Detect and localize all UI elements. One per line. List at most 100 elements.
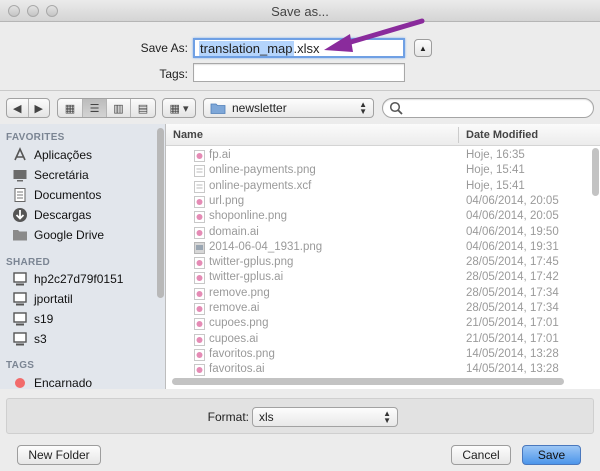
file-name: domain.ai <box>209 225 259 238</box>
coverflow-view-button[interactable]: ▤ <box>131 99 155 117</box>
file-icon <box>194 257 205 270</box>
popup-arrows-icon: ▲ ▼ <box>383 409 391 425</box>
coverflow-icon: ▤ <box>137 102 149 115</box>
file-icon <box>194 180 205 193</box>
file-icon <box>194 165 205 178</box>
file-date-modified: 04/06/2014, 19:50 <box>466 225 559 238</box>
sidebar-item-label: Descargas <box>34 208 92 222</box>
computer-icon <box>12 271 28 287</box>
sidebar-scrollbar[interactable] <box>157 128 164 298</box>
sidebar-item-s3[interactable]: s3 <box>12 330 47 348</box>
sidebar-item-encarnado[interactable]: Encarnado <box>12 374 92 389</box>
file-name: remove.ai <box>209 302 260 314</box>
file-icon <box>194 241 205 254</box>
red-tag-icon <box>12 375 28 389</box>
arrange-menu[interactable]: ▦ ▾ <box>162 98 196 118</box>
file-row[interactable]: online-payments.xcf Hoje, 15:41 <box>166 180 588 195</box>
cancel-button[interactable]: Cancel <box>451 445 511 465</box>
file-row[interactable]: cupoes.ai 21/05/2014, 17:01 <box>166 333 588 348</box>
sidebar-item-label: Google Drive <box>34 228 105 242</box>
file-name: fp.ai <box>209 149 231 161</box>
divider <box>458 127 459 143</box>
file-name: url.png <box>209 194 245 207</box>
column-header-name[interactable]: Name <box>173 129 203 141</box>
file-row[interactable]: fp.ai Hoje, 16:35 <box>166 149 588 164</box>
location-popup[interactable]: newsletter ▲ ▼ <box>203 98 374 118</box>
file-date-modified: 21/05/2014, 17:01 <box>466 317 559 330</box>
sidebar-item-jportatil[interactable]: jportatil <box>12 290 73 308</box>
tags-heading: TAGS <box>6 360 35 371</box>
sidebar-item-documentos[interactable]: Documentos <box>12 186 101 204</box>
file-date-modified: Hoje, 16:35 <box>466 149 525 161</box>
tags-label: Tags: <box>159 67 188 81</box>
icon-view-button[interactable]: ▦ <box>58 99 83 117</box>
file-row[interactable]: 2014-06-04_1931.png 04/06/2014, 19:31 <box>166 241 588 256</box>
file-icon <box>194 150 205 162</box>
file-date-modified: 28/05/2014, 17:45 <box>466 256 559 269</box>
file-icon <box>194 195 205 208</box>
file-icon <box>194 195 205 208</box>
file-row[interactable]: twitter-gplus.ai 28/05/2014, 17:42 <box>166 271 588 286</box>
sidebar-item-s19[interactable]: s19 <box>12 310 53 328</box>
file-date-modified: 14/05/2014, 13:28 <box>466 363 559 376</box>
file-icon <box>194 226 205 239</box>
file-row[interactable]: favoritos.ai 14/05/2014, 13:28 <box>166 363 588 378</box>
save-as-label: Save As: <box>140 41 188 55</box>
file-list-vertical-scrollbar[interactable] <box>592 148 599 196</box>
list-view-button[interactable]: ☰ <box>83 99 107 117</box>
file-icon <box>194 333 205 346</box>
format-bar: Format: xls ▲ ▼ <box>6 398 594 434</box>
file-icon <box>194 318 205 331</box>
file-icon <box>194 272 205 285</box>
file-name: cupoes.png <box>209 317 269 330</box>
popup-arrows-icon: ▲ ▼ <box>359 100 367 116</box>
file-list-header: Name Date Modified <box>166 124 600 146</box>
file-row[interactable]: shoponline.png 04/06/2014, 20:05 <box>166 210 588 225</box>
new-folder-button[interactable]: New Folder <box>17 445 101 465</box>
view-mode-control: ▦ ☰ ▥ ▤ <box>57 98 156 118</box>
file-list-horizontal-scrollbar[interactable] <box>172 378 564 385</box>
documents-icon <box>12 187 28 203</box>
file-icon <box>194 333 205 346</box>
file-row[interactable]: cupoes.png 21/05/2014, 17:01 <box>166 317 588 332</box>
sidebar-item-hp2c27d79f0151[interactable]: hp2c27d79f0151 <box>12 270 123 288</box>
file-name: favoritos.png <box>209 347 275 360</box>
sidebar-item-aplicacoes[interactable]: Aplicações <box>12 146 92 164</box>
file-icon <box>194 364 205 377</box>
file-name: 2014-06-04_1931.png <box>209 240 323 253</box>
file-icon <box>194 211 205 224</box>
file-icon <box>194 257 205 270</box>
file-icon <box>194 287 205 300</box>
file-icon <box>194 318 205 331</box>
file-row[interactable]: url.png 04/06/2014, 20:05 <box>166 195 588 210</box>
file-row[interactable]: domain.ai 04/06/2014, 19:50 <box>166 226 588 241</box>
column-header-date-modified[interactable]: Date Modified <box>466 129 538 141</box>
file-row[interactable]: twitter-gplus.png 28/05/2014, 17:45 <box>166 256 588 271</box>
sidebar-item-secretaria[interactable]: Secretária <box>12 166 89 184</box>
tags-input[interactable] <box>193 63 405 82</box>
sidebar-item-descargas[interactable]: Descargas <box>12 206 91 224</box>
file-name: twitter-gplus.png <box>209 256 294 269</box>
column-view-button[interactable]: ▥ <box>107 99 131 117</box>
window-title: Save as... <box>271 4 329 19</box>
file-icon <box>194 303 205 315</box>
sidebar-item-label: s3 <box>34 332 47 346</box>
save-button[interactable]: Save <box>522 445 581 465</box>
location-label: newsletter <box>232 101 287 115</box>
file-icon <box>194 364 205 377</box>
sidebar-item-label: Encarnado <box>34 376 93 389</box>
file-icon <box>194 348 205 361</box>
file-row[interactable]: remove.ai 28/05/2014, 17:34 <box>166 302 588 317</box>
back-button[interactable]: ◀ <box>7 99 29 117</box>
format-popup[interactable]: xls ▲ ▼ <box>252 407 398 427</box>
file-name: remove.png <box>209 286 270 299</box>
file-name: favoritos.ai <box>209 363 265 376</box>
forward-button[interactable]: ▶ <box>29 99 50 117</box>
file-name: online-payments.xcf <box>209 179 312 192</box>
file-row[interactable]: favoritos.png 14/05/2014, 13:28 <box>166 348 588 363</box>
search-field[interactable] <box>382 98 594 118</box>
file-row[interactable]: remove.png 28/05/2014, 17:34 <box>166 287 588 302</box>
sidebar-item-google-drive[interactable]: Google Drive <box>12 226 104 244</box>
file-row[interactable]: online-payments.png Hoje, 15:41 <box>166 164 588 179</box>
file-icon <box>194 272 205 285</box>
